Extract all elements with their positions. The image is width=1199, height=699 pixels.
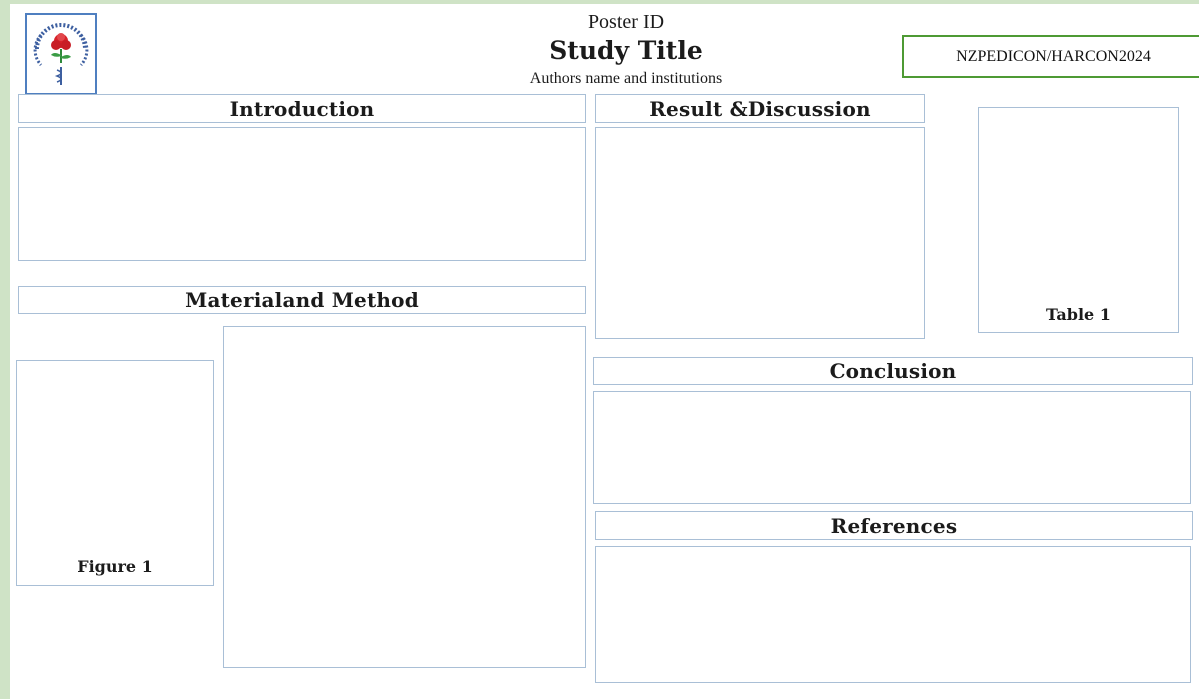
references-heading: References bbox=[595, 511, 1193, 540]
conclusion-heading: Conclusion bbox=[593, 357, 1193, 385]
result-discussion-content-box bbox=[595, 127, 925, 339]
title-block: Poster ID Study Title Authors name and i… bbox=[450, 10, 802, 89]
study-title: Study Title bbox=[549, 36, 703, 65]
result-discussion-heading: Result &Discussion bbox=[595, 94, 925, 123]
figure-1-caption: Figure 1 bbox=[77, 557, 153, 576]
academy-emblem-icon bbox=[33, 23, 89, 85]
poster-id: Poster ID bbox=[587, 11, 665, 33]
introduction-content-box bbox=[18, 127, 586, 261]
authors-line: Authors name and institutions bbox=[529, 70, 723, 87]
material-method-heading: Materialand Method bbox=[18, 286, 586, 314]
poster-template: Poster ID Study Title Authors name and i… bbox=[10, 4, 1199, 699]
conclusion-content-box bbox=[593, 391, 1191, 504]
figure-1-placeholder: Figure 1 bbox=[16, 360, 214, 586]
table-1-placeholder: Table 1 bbox=[978, 107, 1179, 333]
table-1-caption: Table 1 bbox=[1046, 305, 1111, 324]
conference-label: NZPEDICON/HARCON2024 bbox=[902, 35, 1199, 78]
logo-icon bbox=[25, 13, 97, 95]
material-method-content-box bbox=[223, 326, 586, 668]
references-content-box bbox=[595, 546, 1191, 683]
introduction-heading: Introduction bbox=[18, 94, 586, 123]
